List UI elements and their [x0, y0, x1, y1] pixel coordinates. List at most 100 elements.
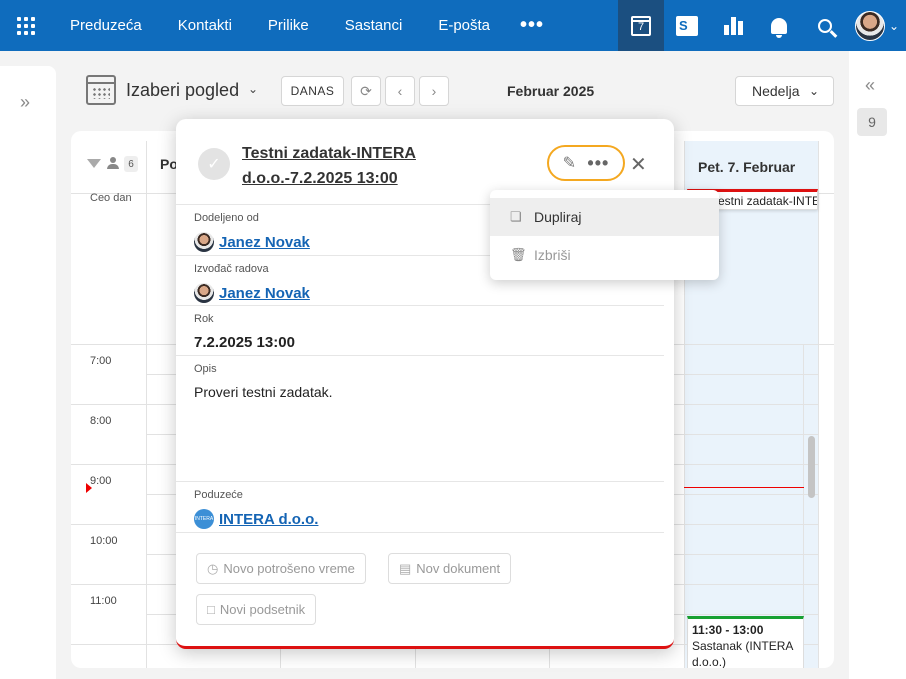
hour-label: 8:00	[90, 415, 112, 427]
chevron-down-icon: ⌄	[888, 18, 900, 33]
user-menu-button[interactable]: ⌄	[848, 0, 906, 51]
refresh-icon: ⟳	[360, 82, 372, 99]
calendar-view-icon[interactable]	[86, 75, 116, 105]
company-link[interactable]: INTERA d.o.o.	[219, 511, 318, 528]
edit-pencil-icon[interactable]: ✎	[563, 153, 576, 173]
description-label: Opis	[194, 363, 217, 375]
nav-item-meetings[interactable]: Sastanci	[327, 17, 421, 34]
notifications-button[interactable]	[756, 0, 802, 51]
top-navigation-bar: Preduzeća Kontakti Prilike Sastanci E-po…	[0, 0, 906, 51]
calendar-scrollbar[interactable]	[808, 436, 815, 498]
chevron-left-icon: ‹	[397, 83, 403, 99]
range-select[interactable]: Nedelja ⌄	[735, 76, 834, 106]
topbar-right-icons: 7 ⌄	[618, 0, 906, 51]
checkmark-icon: ✓	[207, 156, 221, 173]
complete-task-button[interactable]: ✓	[198, 148, 230, 180]
chevron-down-icon[interactable]: ⌄	[248, 82, 258, 96]
company-label: Poduzeće	[194, 489, 243, 501]
current-time-line	[684, 487, 804, 488]
collapse-panel-icon[interactable]: «	[865, 75, 875, 96]
divider	[176, 481, 664, 482]
view-selector-label[interactable]: Izaberi pogled	[126, 80, 239, 101]
nav-item-email[interactable]: E-pošta	[420, 17, 508, 34]
nav-item-contacts[interactable]: Kontakti	[160, 17, 250, 34]
delete-menu-item[interactable]: 🗑 Izbriši	[490, 236, 719, 274]
divider	[176, 532, 664, 533]
calendar-button[interactable]: 7	[618, 0, 664, 51]
people-count-badge: 6	[124, 156, 138, 172]
filter-icon[interactable]	[87, 159, 101, 168]
previous-button[interactable]: ‹	[385, 76, 415, 106]
hour-label: 9:00	[90, 475, 112, 487]
assigned-by-label: Dodeljeno od	[194, 212, 259, 224]
new-document-button[interactable]: ▤ Nov dokument	[388, 553, 512, 584]
exchange-icon	[676, 15, 698, 36]
calendar-toolbar: Izaberi pogled ⌄ DANAS ⟳ ‹ › Februar 202…	[86, 74, 836, 108]
hour-label: 7:00	[90, 355, 112, 367]
assigned-by-person: Janez Novak	[194, 232, 310, 252]
new-time-spent-button[interactable]: ◷ Novo potrošeno vreme	[196, 553, 366, 584]
calendar-icon: 7	[631, 15, 651, 36]
trash-icon: 🗑	[510, 247, 527, 262]
duplicate-label: Dupliraj	[534, 209, 582, 225]
nav-item-opportunities[interactable]: Prilike	[250, 17, 327, 34]
exchange-sync-button[interactable]	[664, 0, 710, 51]
contractor-label: Izvođač radova	[194, 263, 269, 275]
grid-line	[818, 141, 819, 668]
count-badge[interactable]: 9	[857, 108, 887, 136]
chevron-down-icon: ⌄	[808, 84, 819, 98]
left-sidebar: »	[0, 66, 56, 679]
bell-icon	[771, 17, 787, 38]
search-icon	[818, 18, 832, 33]
close-icon[interactable]: ✕	[630, 152, 647, 177]
right-sidebar: « 9	[849, 51, 906, 679]
more-options-menu: ❏ Dupliraj 🗑 Izbriši	[490, 190, 719, 280]
hour-label: 10:00	[90, 535, 118, 547]
due-label: Rok	[194, 313, 214, 325]
current-time-marker	[86, 483, 92, 493]
more-options-icon[interactable]: •••	[587, 153, 609, 174]
current-month-label: Februar 2025	[507, 83, 595, 99]
new-reminder-button[interactable]: □ Novi podsetnik	[196, 594, 317, 625]
nav-item-companies[interactable]: Preduzeća	[52, 17, 160, 34]
day-header-friday[interactable]: Pet. 7. Februar	[684, 141, 819, 193]
reports-button[interactable]	[710, 0, 756, 51]
main-nav: Preduzeća Kontakti Prilike Sastanci E-po…	[52, 0, 556, 51]
calendar-meeting-event[interactable]: 11:30 - 13:00 Sastanak (INTERA d.o.o.)	[687, 616, 804, 668]
range-select-value: Nedelja	[752, 83, 800, 99]
delete-label: Izbriši	[534, 247, 571, 263]
new-document-label: Nov dokument	[416, 561, 501, 576]
assigned-by-link[interactable]: Janez Novak	[219, 234, 310, 251]
bar-chart-icon	[723, 16, 743, 35]
due-value: 7.2.2025 13:00	[194, 334, 295, 351]
nav-more-button[interactable]: •••	[508, 14, 556, 37]
avatar	[854, 10, 885, 41]
description-value: Proveri testni zadatak.	[194, 384, 333, 400]
clock-icon: ◷	[207, 560, 219, 576]
today-button[interactable]: DANAS	[281, 76, 344, 106]
company-logo: INTERA	[194, 509, 214, 529]
meeting-time: 11:30 - 13:00	[692, 623, 764, 637]
document-icon: ▤	[399, 560, 412, 576]
refresh-button[interactable]: ⟳	[351, 76, 381, 106]
expand-sidebar-icon[interactable]: »	[20, 92, 30, 113]
reminder-icon: □	[207, 602, 215, 617]
duplicate-menu-item[interactable]: ❏ Dupliraj	[490, 198, 719, 236]
chevron-right-icon: ›	[431, 83, 437, 99]
divider	[176, 305, 664, 306]
contractor-link[interactable]: Janez Novak	[219, 285, 310, 302]
person-icon[interactable]	[107, 157, 119, 169]
app-launcher-button[interactable]	[0, 0, 52, 51]
task-title-link[interactable]: Testni zadatak-INTERA d.o.o.-7.2.2025 13…	[242, 141, 472, 191]
divider	[176, 355, 664, 356]
meeting-title: Sastanak (INTERA d.o.o.)	[692, 639, 793, 668]
new-reminder-label: Novi podsetnik	[219, 602, 306, 617]
grid-icon	[17, 16, 35, 35]
new-time-spent-label: Novo potrošeno vreme	[223, 561, 355, 576]
company-row: INTERA INTERA d.o.o.	[194, 509, 318, 529]
next-button[interactable]: ›	[419, 76, 449, 106]
contractor-person: Janez Novak	[194, 283, 310, 303]
calendar-day-number: 7	[637, 21, 645, 33]
all-day-label: Ceo dan	[90, 192, 132, 204]
search-button[interactable]	[802, 0, 848, 51]
